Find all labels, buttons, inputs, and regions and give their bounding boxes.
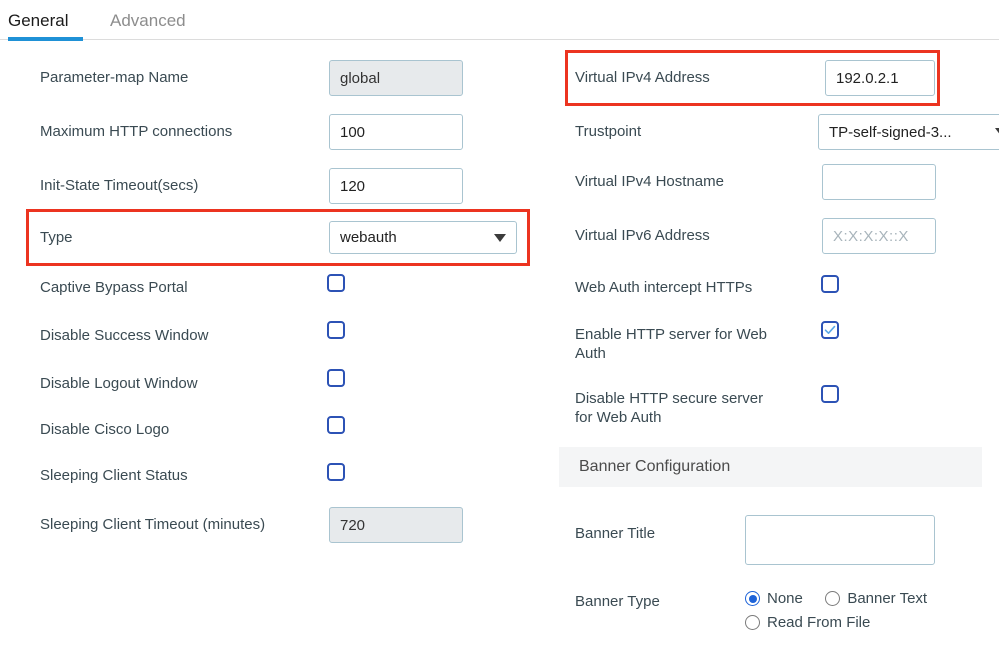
banner-type-option-banner-text-label: Banner Text: [847, 590, 928, 608]
maximum-http-connections-input[interactable]: 100: [329, 114, 463, 150]
radio-icon: [745, 591, 760, 607]
disable-http-secure-server-label: Disable HTTP secure server for Web Auth: [575, 390, 764, 426]
radio-icon: [745, 615, 760, 630]
sleeping-client-status-checkbox[interactable]: [327, 463, 345, 481]
banner-configuration-header: Banner Configuration: [559, 447, 982, 487]
init-state-timeout-label: Init-State Timeout(secs): [40, 177, 199, 194]
enable-http-server-checkbox[interactable]: [821, 321, 839, 339]
virtual-ipv6-address-placeholder: X:X:X:X::X: [833, 227, 909, 245]
tab-advanced[interactable]: Advanced: [110, 10, 186, 41]
sleeping-client-timeout-label: Sleeping Client Timeout (minutes): [40, 516, 266, 533]
parameter-map-name-label: Parameter-map Name: [40, 69, 189, 86]
virtual-ipv4-address-value: 192.0.2.1: [836, 69, 899, 87]
type-value: webauth: [340, 229, 397, 246]
banner-type-option-none[interactable]: None: [745, 590, 803, 607]
maximum-http-connections-value: 100: [340, 123, 366, 141]
banner-title-label: Banner Title: [575, 525, 656, 542]
virtual-ipv4-address-input[interactable]: 192.0.2.1: [825, 60, 935, 96]
disable-cisco-logo-checkbox[interactable]: [327, 416, 345, 434]
sleeping-client-status-label: Sleeping Client Status: [40, 467, 188, 484]
type-dropdown[interactable]: webauth: [329, 221, 517, 254]
virtual-ipv4-hostname-input[interactable]: [822, 164, 936, 200]
trustpoint-value: TP-self-signed-3...: [829, 123, 952, 141]
banner-title-input[interactable]: [745, 515, 935, 565]
virtual-ipv4-hostname-label: Virtual IPv4 Hostname: [575, 173, 724, 190]
virtual-ipv6-address-label: Virtual IPv6 Address: [575, 227, 710, 244]
init-state-timeout-value: 120: [340, 177, 366, 195]
check-icon: [824, 325, 836, 334]
type-label: Type: [40, 229, 73, 246]
banner-type-label: Banner Type: [575, 593, 660, 610]
disable-http-secure-server-checkbox[interactable]: [821, 385, 839, 403]
parameter-map-name-value: global: [340, 69, 381, 87]
disable-logout-window-checkbox[interactable]: [327, 369, 345, 387]
trustpoint-label: Trustpoint: [575, 123, 642, 140]
enable-http-server-label: Enable HTTP server for Web Auth: [575, 326, 768, 362]
tab-bar: General Advanced: [0, 0, 999, 41]
banner-type-option-read-from-file-label: Read From File: [767, 614, 871, 631]
virtual-ipv4-address-label: Virtual IPv4 Address: [575, 69, 710, 86]
disable-success-window-checkbox[interactable]: [327, 321, 345, 339]
virtual-ipv6-address-input[interactable]: X:X:X:X::X: [822, 218, 936, 254]
disable-success-window-label: Disable Success Window: [40, 327, 209, 344]
banner-type-option-none-label: None: [767, 590, 803, 608]
maximum-http-connections-label: Maximum HTTP connections: [40, 123, 233, 140]
captive-bypass-portal-checkbox[interactable]: [327, 274, 345, 292]
trustpoint-dropdown[interactable]: TP-self-signed-3...: [818, 114, 999, 150]
web-auth-intercept-https-label: Web Auth intercept HTTPs: [575, 279, 753, 296]
banner-configuration-title: Banner Configuration: [579, 458, 731, 475]
parameter-map-name-input[interactable]: global: [329, 60, 463, 96]
sleeping-client-timeout-input[interactable]: 720: [329, 507, 463, 543]
banner-type-option-read-from-file[interactable]: Read From File: [745, 614, 870, 631]
radio-icon: [825, 591, 841, 607]
banner-type-option-banner-text[interactable]: Banner Text: [825, 590, 927, 607]
banner-type-radio-group: None Banner Text Read From File: [745, 590, 995, 631]
web-auth-intercept-https-checkbox[interactable]: [821, 275, 839, 293]
active-tab-indicator: [8, 37, 83, 41]
captive-bypass-portal-label: Captive Bypass Portal: [40, 279, 188, 296]
init-state-timeout-input[interactable]: 120: [329, 168, 463, 204]
disable-cisco-logo-label: Disable Cisco Logo: [40, 421, 170, 438]
chevron-down-icon: [995, 128, 999, 136]
disable-logout-window-label: Disable Logout Window: [40, 375, 198, 392]
chevron-down-icon: [494, 233, 506, 242]
sleeping-client-timeout-value: 720: [340, 516, 366, 534]
